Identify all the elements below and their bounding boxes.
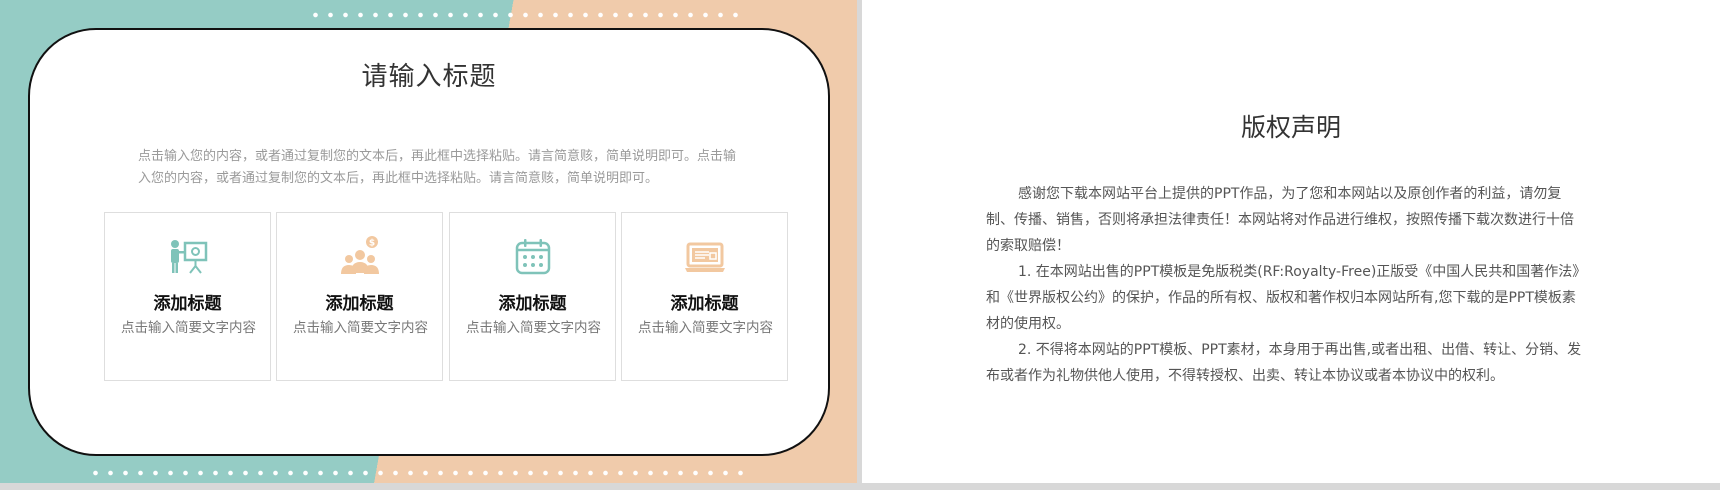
copyright-body[interactable]: 感谢您下载本网站平台上提供的PPT作品，为了您和本网站以及原创作者的利益，请勿复… [986,181,1586,389]
svg-text:$: $ [368,239,374,249]
box-text: 点击输入简要文字内容 [638,320,773,336]
slide-title[interactable]: 请输入标题 [30,56,828,93]
feature-box[interactable]: 添加标题 点击输入简要文字内容 [104,212,271,381]
box-text: 点击输入简要文字内容 [466,320,601,336]
copyright-paragraph: 感谢您下载本网站平台上提供的PPT作品，为了您和本网站以及原创作者的利益，请勿复… [986,186,1574,254]
top-dot-pattern [308,10,748,20]
left-slide: 请输入标题 点击输入您的内容，或者通过复制您的文本后，再此框中选择粘贴。请言简意… [0,0,857,483]
laptop-icon [683,235,727,279]
copyright-title[interactable]: 版权声明 [862,108,1720,144]
content-card: 请输入标题 点击输入您的内容，或者通过复制您的文本后，再此框中选择粘贴。请言简意… [28,28,830,456]
bottom-dot-pattern [88,468,748,478]
team-money-icon: $ [338,235,382,279]
presenter-icon [166,235,210,279]
slide-description[interactable]: 点击输入您的内容，或者通过复制您的文本后，再此框中选择粘贴。请言简意赅，简单说明… [138,146,748,190]
box-title: 添加标题 [153,294,222,314]
copyright-paragraph: 2. 不得将本网站的PPT模板、PPT素材，本身用于再出售,或者出租、出借、转让… [986,342,1582,384]
right-slide: 版权声明 感谢您下载本网站平台上提供的PPT作品，为了您和本网站以及原创作者的利… [862,0,1720,483]
feature-box[interactable]: 添加标题 点击输入简要文字内容 [449,212,616,381]
box-text: 点击输入简要文字内容 [121,320,256,336]
box-title: 添加标题 [498,294,567,314]
calendar-icon [511,235,555,279]
box-text: 点击输入简要文字内容 [293,320,428,336]
copyright-paragraph: 1. 在本网站出售的PPT模板是免版税类(RF:Royalty-Free)正版受… [986,264,1580,332]
box-title: 添加标题 [670,294,739,314]
feature-box[interactable]: 添加标题 点击输入简要文字内容 [621,212,788,381]
feature-box[interactable]: $ 添加标题 点击输入简要文字内容 [276,212,443,381]
box-title: 添加标题 [325,294,394,314]
